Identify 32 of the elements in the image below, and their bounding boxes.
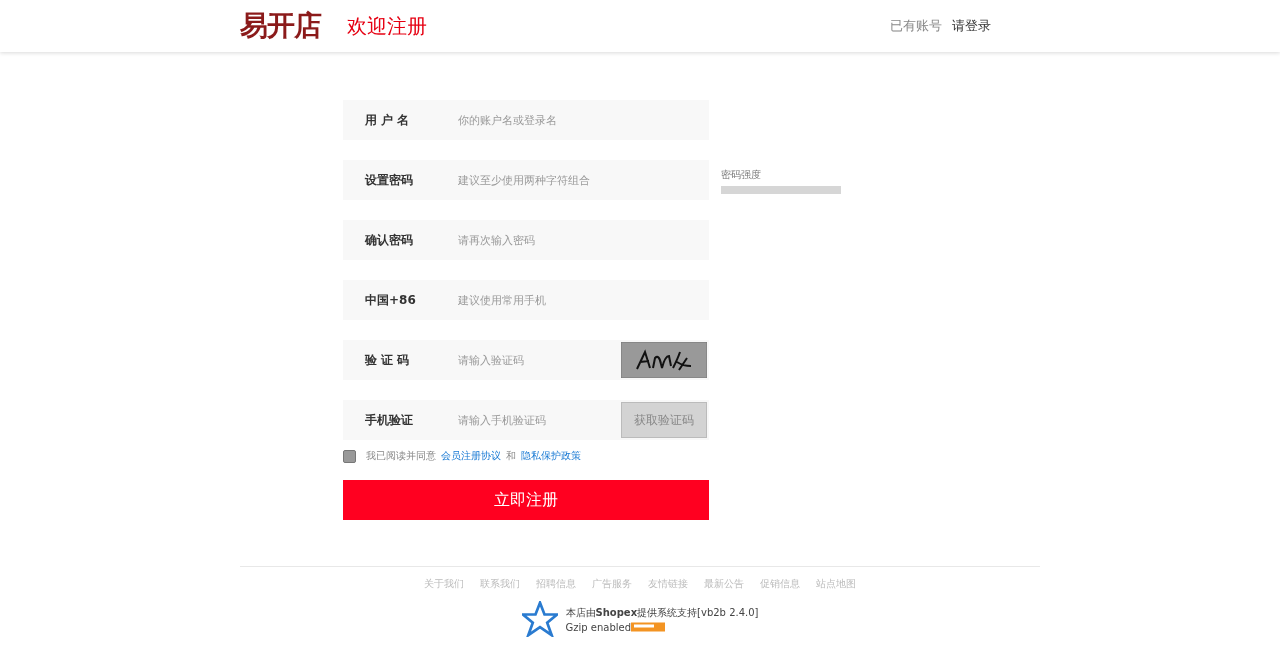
form-field[interactable]: 确认密码 请再次输入密码 <box>343 220 709 260</box>
logo[interactable]: 易开店 <box>240 7 321 45</box>
agreement-link[interactable]: 会员注册协议 <box>441 449 501 463</box>
input-field[interactable]: 建议使用常用手机 <box>456 292 709 308</box>
credit-text: 本店由Shopex提供系统支持[vb2b 2.4.0] <box>565 605 759 620</box>
login-prompt: 已有账号 <box>890 17 942 35</box>
star-logo-icon <box>521 601 558 637</box>
field-label: 手机验证 <box>364 411 414 429</box>
login-link[interactable]: 请登录 <box>952 17 991 35</box>
badge-icon <box>631 622 666 632</box>
input-field[interactable]: 你的账户名或登录名 <box>456 112 709 128</box>
field-label: 确认密码 <box>363 231 414 249</box>
form-field[interactable]: 设置密码 建议至少使用两种字符组合 <box>343 160 709 200</box>
field-label: 中国+86 <box>364 291 417 309</box>
input-field[interactable]: 请再次输入密码 <box>456 232 709 248</box>
agreement-text: 我已阅读并同意 <box>366 449 436 463</box>
privacy-link[interactable]: 隐私保护政策 <box>521 449 581 463</box>
input-field[interactable]: 建议至少使用两种字符组合 <box>456 172 709 188</box>
agreement-joiner: 和 <box>506 449 516 463</box>
field-label: 设置密码 <box>363 171 414 189</box>
form-field[interactable]: 中国+86 建议使用常用手机 <box>343 280 709 320</box>
form-field[interactable]: 验 证 码 请输入验证码 <box>343 340 709 380</box>
field-label: 用 户 名 <box>364 111 411 129</box>
captcha-drawing[interactable] <box>621 342 707 378</box>
register-button[interactable]: 立即注册 <box>343 480 709 520</box>
field-label: 验 证 码 <box>363 351 411 369</box>
agree-checkbox[interactable] <box>343 449 356 463</box>
page-title: 欢迎注册 <box>347 12 427 40</box>
form-field[interactable]: 用 户 名 你的账户名或登录名 <box>343 100 709 140</box>
input-field[interactable]: 请输入验证码 <box>456 352 621 368</box>
gzip-text: Gzip enabled <box>565 621 632 633</box>
strength-label: 密码强度 <box>721 168 762 182</box>
